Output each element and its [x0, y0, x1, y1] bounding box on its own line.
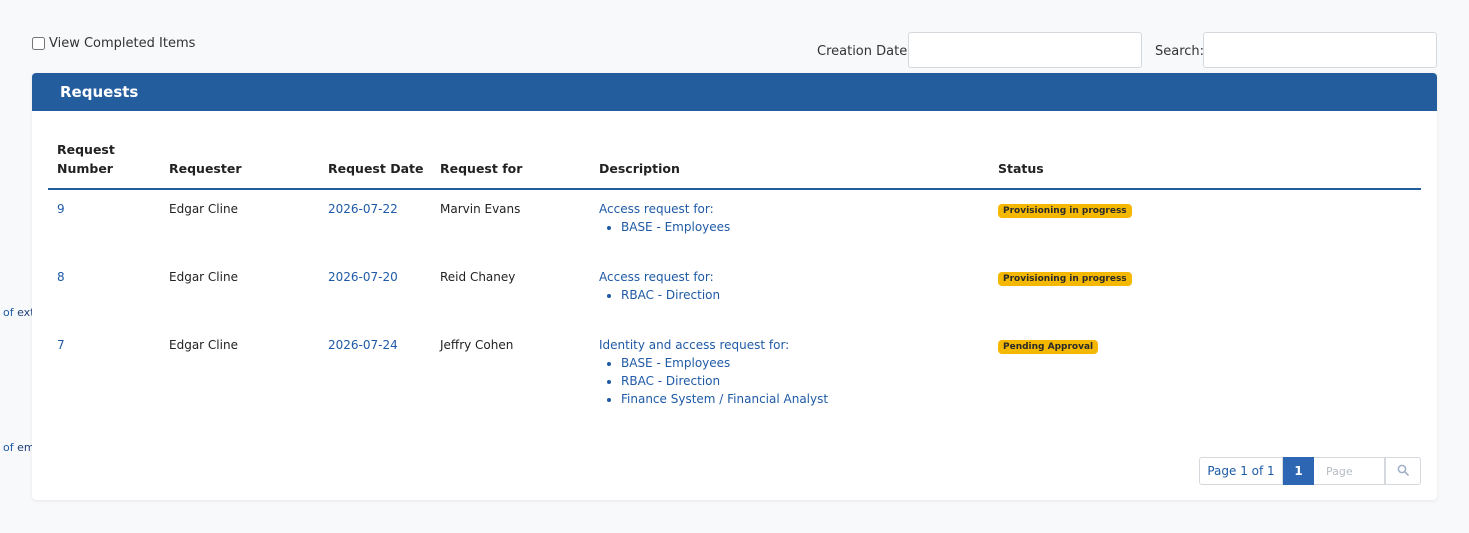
description-list: BASE - Employees [599, 218, 989, 236]
requester-cell: Edgar Cline [169, 338, 238, 352]
requests-table: Request Number Requester Request Date Re… [48, 140, 1421, 426]
truncated-side-text: of ext [3, 306, 35, 319]
description-cell: Identity and access request for: BASE - … [590, 326, 989, 426]
request-date-link[interactable]: 2026-07-22 [328, 202, 398, 216]
page-number-input[interactable]: Page [1314, 457, 1385, 485]
request-for-cell: Marvin Evans [440, 202, 521, 216]
page-info: Page 1 of 1 [1199, 457, 1283, 485]
description-list: BASE - Employees RBAC - Direction Financ… [599, 354, 989, 408]
description-item[interactable]: BASE - Employees [621, 218, 989, 236]
request-date-link[interactable]: 2026-07-24 [328, 338, 398, 352]
requester-cell: Edgar Cline [169, 202, 238, 216]
description-item[interactable]: RBAC - Direction [621, 372, 989, 390]
description-item[interactable]: Finance System / Financial Analyst [621, 390, 989, 408]
column-header-request-number[interactable]: Request Number [48, 140, 160, 190]
description-title[interactable]: Identity and access request for: [599, 336, 989, 354]
description-cell: Access request for: RBAC - Direction [590, 258, 989, 326]
description-cell: Access request for: BASE - Employees [590, 189, 989, 258]
requests-panel: Requests Request Number Requester Reques… [32, 73, 1437, 500]
creation-date-label: Creation Date: [817, 44, 912, 59]
request-number-link[interactable]: 7 [57, 338, 65, 352]
request-number-link[interactable]: 8 [57, 270, 65, 284]
panel-title: Requests [32, 73, 1437, 111]
view-completed-toggle[interactable]: View Completed Items [32, 36, 195, 51]
creation-date-input[interactable] [908, 32, 1142, 68]
description-title[interactable]: Access request for: [599, 200, 989, 218]
request-for-cell: Reid Chaney [440, 270, 516, 284]
page-button-1[interactable]: 1 [1283, 457, 1314, 485]
search-input[interactable] [1203, 32, 1437, 68]
request-for-cell: Jeffry Cohen [440, 338, 514, 352]
status-badge: Provisioning in progress [998, 272, 1132, 286]
search-icon [1397, 464, 1409, 479]
table-row: 7 Edgar Cline 2026-07-24 Jeffry Cohen Id… [48, 326, 1421, 426]
request-date-link[interactable]: 2026-07-20 [328, 270, 398, 284]
pagination: Page 1 of 1 1 Page [1199, 457, 1421, 485]
column-header-request-for[interactable]: Request for [431, 140, 590, 190]
view-completed-label: View Completed Items [49, 36, 196, 51]
description-item[interactable]: RBAC - Direction [621, 286, 989, 304]
requester-cell: Edgar Cline [169, 270, 238, 284]
status-badge: Provisioning in progress [998, 204, 1132, 218]
filter-bar: View Completed Items Creation Date: Sear… [32, 32, 1437, 72]
column-header-description[interactable]: Description [590, 140, 989, 190]
request-number-link[interactable]: 9 [57, 202, 65, 216]
search-label: Search: [1155, 44, 1205, 59]
table-header-row: Request Number Requester Request Date Re… [48, 140, 1421, 190]
truncated-side-text: of em [3, 441, 35, 454]
description-list: RBAC - Direction [599, 286, 989, 304]
description-item[interactable]: BASE - Employees [621, 354, 989, 372]
go-to-page-button[interactable] [1385, 457, 1421, 485]
table-row: 8 Edgar Cline 2026-07-20 Reid Chaney Acc… [48, 258, 1421, 326]
column-header-status[interactable]: Status [989, 140, 1421, 190]
status-badge: Pending Approval [998, 340, 1099, 354]
column-header-request-date[interactable]: Request Date [319, 140, 431, 190]
description-title[interactable]: Access request for: [599, 268, 989, 286]
column-header-requester[interactable]: Requester [160, 140, 319, 190]
table-row: 9 Edgar Cline 2026-07-22 Marvin Evans Ac… [48, 189, 1421, 258]
view-completed-checkbox[interactable] [32, 37, 45, 50]
